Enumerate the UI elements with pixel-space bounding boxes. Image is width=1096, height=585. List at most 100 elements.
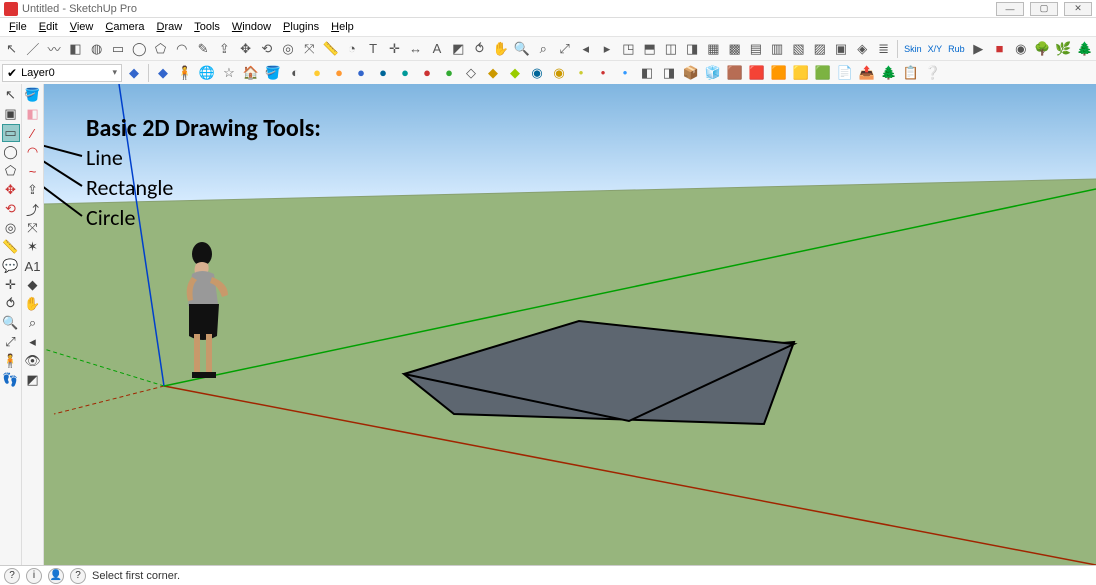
- side-icon[interactable]: ◨: [683, 39, 702, 59]
- render4-icon[interactable]: 🟨: [791, 63, 811, 83]
- ball-green[interactable]: ●: [439, 63, 459, 83]
- tape-tool[interactable]: 📏: [2, 238, 20, 256]
- section-tool[interactable]: ◩: [24, 371, 42, 389]
- rotate-tool[interactable]: ⟲: [2, 200, 20, 218]
- zoom-icon[interactable]: 🔍: [512, 39, 531, 59]
- small-dot1[interactable]: •: [571, 63, 591, 83]
- arc-icon[interactable]: ◠: [172, 39, 191, 59]
- section-icon[interactable]: ◩: [449, 39, 468, 59]
- tape-icon[interactable]: 📏: [321, 39, 340, 59]
- text-icon[interactable]: T: [364, 39, 383, 59]
- zoomwin-icon[interactable]: ⌕: [534, 39, 553, 59]
- zoom-tool[interactable]: 🔍: [2, 314, 20, 332]
- plugin1-icon[interactable]: ◆: [483, 63, 503, 83]
- page-icon[interactable]: 📋: [901, 63, 921, 83]
- menu-draw[interactable]: Draw: [152, 20, 188, 34]
- layers-icon[interactable]: ≣: [874, 39, 893, 59]
- scale-icon[interactable]: ⤧: [300, 39, 319, 59]
- ball-yellow[interactable]: ●: [307, 63, 327, 83]
- close-button[interactable]: ✕: [1064, 2, 1092, 16]
- status-geo-icon[interactable]: ?: [70, 568, 86, 584]
- ball-teal[interactable]: ●: [395, 63, 415, 83]
- small-dot2[interactable]: •: [593, 63, 613, 83]
- small-dot3[interactable]: •: [615, 63, 635, 83]
- stop-icon[interactable]: ■: [990, 39, 1009, 59]
- zoomwin-tool[interactable]: ⌕: [24, 314, 42, 332]
- arc-tool[interactable]: ◠: [24, 143, 42, 161]
- text-tool[interactable]: 💬: [2, 257, 20, 275]
- circle-icon[interactable]: ◯: [130, 39, 149, 59]
- shadow-icon[interactable]: ◐: [285, 63, 305, 83]
- render1-icon[interactable]: 🟫: [725, 63, 745, 83]
- ball-blue[interactable]: ●: [351, 63, 371, 83]
- rotate-icon[interactable]: ⟲: [257, 39, 276, 59]
- rectangle-tool[interactable]: ▭: [2, 124, 20, 142]
- plugin2-icon[interactable]: ◆: [505, 63, 525, 83]
- line-tool[interactable]: ∕: [24, 124, 42, 142]
- status-info-icon[interactable]: i: [26, 568, 42, 584]
- tree1-icon[interactable]: 🌳: [1032, 39, 1051, 59]
- style4-icon[interactable]: ▥: [768, 39, 787, 59]
- model-viewport[interactable]: Basic 2D Drawing Tools: Line Rectangle C…: [44, 84, 1096, 565]
- prev-icon[interactable]: ◂: [576, 39, 595, 59]
- layer-color-icon[interactable]: ◆: [153, 63, 173, 83]
- style8-icon[interactable]: ◈: [853, 39, 872, 59]
- toggle1-icon[interactable]: ◧: [637, 63, 657, 83]
- ball-red[interactable]: ●: [417, 63, 437, 83]
- eraser-tool[interactable]: ◧: [24, 105, 42, 123]
- make-comp[interactable]: ▣: [2, 105, 20, 123]
- position-cam[interactable]: 🧍: [2, 352, 20, 370]
- protractor-tool[interactable]: ✶: [24, 238, 42, 256]
- top-icon[interactable]: ⬒: [640, 39, 659, 59]
- polygon-tool[interactable]: ⬠: [2, 162, 20, 180]
- 3dtext-icon[interactable]: A: [427, 39, 446, 59]
- menu-tools[interactable]: Tools: [189, 20, 225, 34]
- render2-icon[interactable]: 🟥: [747, 63, 767, 83]
- pushpull-tool[interactable]: ⇪: [24, 181, 42, 199]
- front-icon[interactable]: ◫: [661, 39, 680, 59]
- paint-icon[interactable]: ◍: [87, 39, 106, 59]
- play-icon[interactable]: ▶: [969, 39, 988, 59]
- menu-plugins[interactable]: Plugins: [278, 20, 324, 34]
- menu-file[interactable]: File: [4, 20, 32, 34]
- orbit-tool[interactable]: ⥀: [2, 295, 20, 313]
- skin-label[interactable]: Skin: [902, 44, 924, 54]
- maximize-button[interactable]: ▢: [1030, 2, 1058, 16]
- rect-icon[interactable]: ▭: [108, 39, 127, 59]
- freehand-tool[interactable]: ~: [24, 162, 42, 180]
- star-icon[interactable]: ☆: [219, 63, 239, 83]
- diamond-icon[interactable]: ◇: [461, 63, 481, 83]
- prev-view[interactable]: ◂: [24, 333, 42, 351]
- help-icon[interactable]: ❔: [923, 63, 943, 83]
- 3dtext-tool[interactable]: ◆: [24, 276, 42, 294]
- menu-view[interactable]: View: [65, 20, 99, 34]
- menu-help[interactable]: Help: [326, 20, 359, 34]
- pan-icon[interactable]: ✋: [491, 39, 510, 59]
- style5-icon[interactable]: ▧: [789, 39, 808, 59]
- style6-icon[interactable]: ▨: [810, 39, 829, 59]
- toggle2-icon[interactable]: ◨: [659, 63, 679, 83]
- ball-navy[interactable]: ●: [373, 63, 393, 83]
- style2-icon[interactable]: ▩: [725, 39, 744, 59]
- scale-tool[interactable]: ⤧: [24, 219, 42, 237]
- geo-person-icon[interactable]: 🧍: [175, 63, 195, 83]
- grass-icon[interactable]: 🌿: [1054, 39, 1073, 59]
- eraser-icon[interactable]: ◧: [66, 39, 85, 59]
- lookaround[interactable]: 👁: [24, 352, 42, 370]
- walk-tool[interactable]: 👣: [2, 371, 20, 389]
- tree3-icon[interactable]: 🌲: [879, 63, 899, 83]
- status-user-icon[interactable]: 👤: [48, 568, 64, 584]
- dim-tool[interactable]: A1: [24, 257, 42, 275]
- curve-icon[interactable]: 〰: [45, 39, 64, 59]
- minimize-button[interactable]: —: [996, 2, 1024, 16]
- move-icon[interactable]: ✥: [236, 39, 255, 59]
- style1-icon[interactable]: ▦: [704, 39, 723, 59]
- offset-icon[interactable]: ◎: [278, 39, 297, 59]
- axes-icon[interactable]: ✛: [385, 39, 404, 59]
- select-icon[interactable]: ↖: [2, 39, 21, 59]
- xy-label[interactable]: X/Y: [926, 44, 945, 54]
- paint-tool[interactable]: 🪣: [24, 86, 42, 104]
- offset-tool[interactable]: ◎: [2, 219, 20, 237]
- tree2-icon[interactable]: 🌲: [1075, 39, 1094, 59]
- poly-icon[interactable]: ⬠: [151, 39, 170, 59]
